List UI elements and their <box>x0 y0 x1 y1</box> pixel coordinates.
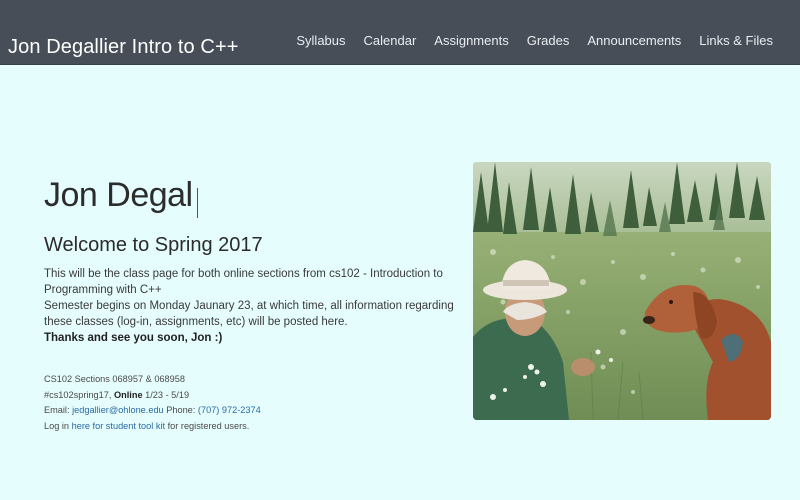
login-suffix: for registered users. <box>165 420 250 431</box>
phone-link[interactable]: (707) 972-2374 <box>198 405 261 415</box>
welcome-heading: Welcome to Spring 2017 <box>44 234 263 256</box>
top-navbar: Jon Degallier Intro to C++ Syllabus Cale… <box>0 0 800 65</box>
login-line: Log in here for student tool kit for reg… <box>44 419 464 435</box>
thanks-line: Thanks and see you soon, Jon :) <box>44 332 223 344</box>
intro-paragraph: This will be the class page for both onl… <box>44 266 464 346</box>
dates-text: 1/23 - 5/19 <box>142 389 190 400</box>
profile-photo <box>473 162 771 420</box>
online-label: Online <box>113 389 143 400</box>
sections-line: CS102 Sections 068957 & 068958 <box>44 374 185 384</box>
intro-line-1: This will be the class page for both onl… <box>44 268 443 296</box>
course-info: CS102 Sections 068957 & 068958 #cs102spr… <box>44 372 464 434</box>
email-link[interactable]: jedgallier@ohlone.edu <box>72 405 164 415</box>
student-toolkit-link[interactable]: here for student tool kit <box>72 421 165 431</box>
hashtag-text: #cs102spring17, <box>44 389 114 400</box>
nav-assignments[interactable]: Assignments <box>434 33 508 48</box>
main-nav: Syllabus Calendar Assignments Grades Ann… <box>296 33 773 48</box>
nav-calendar[interactable]: Calendar <box>364 33 417 48</box>
phone-label: Phone: <box>163 405 198 415</box>
nav-links-files[interactable]: Links & Files <box>699 33 773 48</box>
name-heading-wrap: Jon Degal <box>44 168 464 218</box>
meadow-photo-illustration <box>473 162 771 420</box>
nav-grades[interactable]: Grades <box>527 33 570 48</box>
schedule-line: #cs102spring17, Online 1/23 - 5/19 <box>44 388 464 404</box>
name-heading: Jon Degal <box>44 176 193 214</box>
contact-line: Email: jedgallier@ohlone.edu Phone: (707… <box>44 403 464 419</box>
site-title[interactable]: Jon Degallier Intro to C++ <box>8 36 239 59</box>
nav-syllabus[interactable]: Syllabus <box>296 33 345 48</box>
nav-announcements[interactable]: Announcements <box>587 33 681 48</box>
main-content: Jon Degal Welcome to Spring 2017 This wi… <box>44 168 464 434</box>
typing-caret <box>196 188 198 218</box>
login-prefix: Log in <box>44 420 72 431</box>
intro-line-2: Semester begins on Monday Jaunary 23, at… <box>44 300 454 328</box>
email-label: Email: <box>44 405 73 415</box>
